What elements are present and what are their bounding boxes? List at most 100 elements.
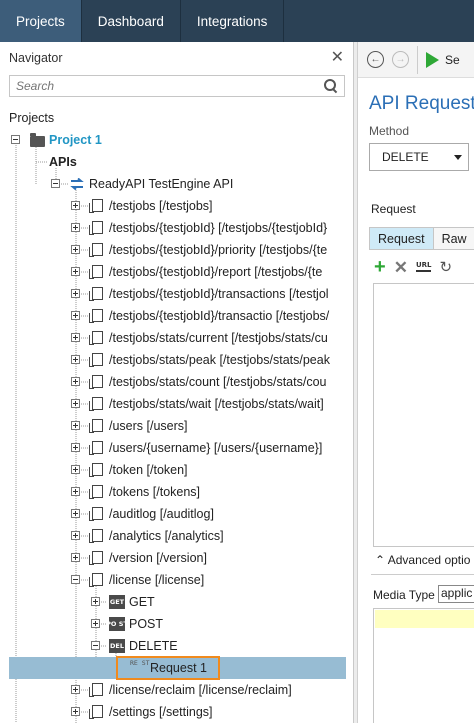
- projects-label: Projects: [9, 111, 55, 125]
- request-section-label: Request: [371, 202, 416, 216]
- tree-item-resource[interactable]: /token [/token]: [0, 459, 353, 481]
- expand-icon[interactable]: [71, 289, 80, 298]
- expand-icon[interactable]: [71, 333, 80, 342]
- tree-item-label: ReadyAPI TestEngine API: [89, 177, 234, 191]
- expand-icon[interactable]: [71, 509, 80, 518]
- tab-raw[interactable]: Raw: [432, 227, 474, 250]
- collapse-icon[interactable]: [71, 575, 80, 584]
- close-icon[interactable]: ✕: [331, 50, 344, 66]
- collapse-icon[interactable]: [11, 135, 20, 144]
- tree-item-resource[interactable]: /analytics [/analytics]: [0, 525, 353, 547]
- tree-item-resource[interactable]: /auditlog [/auditlog]: [0, 503, 353, 525]
- expand-icon[interactable]: [91, 619, 100, 628]
- refresh-icon[interactable]: ↻: [439, 260, 452, 275]
- tree-item-resource[interactable]: /users/{username} [/users/{username}]: [0, 437, 353, 459]
- tree-item-resource[interactable]: /testjobs/stats/count [/testjobs/stats/c…: [0, 371, 353, 393]
- folder-icon: [30, 133, 45, 147]
- collapse-icon[interactable]: [51, 179, 60, 188]
- tree-item-label: APIs: [49, 155, 77, 169]
- expand-icon[interactable]: [71, 201, 80, 210]
- back-icon[interactable]: ←: [367, 51, 384, 68]
- resource-icon: [89, 221, 103, 235]
- expand-icon[interactable]: [71, 553, 80, 562]
- url-icon[interactable]: URL: [415, 262, 432, 272]
- expand-icon[interactable]: [71, 685, 80, 694]
- resource-icon: [89, 199, 103, 213]
- expand-icon[interactable]: [71, 487, 80, 496]
- tree-item-method[interactable]: GET GET: [0, 591, 353, 613]
- expand-icon[interactable]: [71, 245, 80, 254]
- tree-item-label: /testjobs [/testjobs]: [109, 199, 213, 213]
- resource-icon: [89, 705, 103, 719]
- editor-toolbar: ← → Se: [358, 42, 474, 78]
- expand-icon[interactable]: [71, 443, 80, 452]
- tree-item-resource[interactable]: /testjobs/{testjobId} [/testjobs/{testjo…: [0, 217, 353, 239]
- tree-item-resource[interactable]: /testjobs/stats/peak [/testjobs/stats/pe…: [0, 349, 353, 371]
- tree-item-resource[interactable]: /license [/license]: [0, 569, 353, 591]
- add-icon[interactable]: +: [374, 257, 386, 277]
- tree-item-resource[interactable]: /testjobs [/testjobs]: [0, 195, 353, 217]
- tree-item-resource[interactable]: /testjobs/stats/wait [/testjobs/stats/wa…: [0, 393, 353, 415]
- expand-icon[interactable]: [71, 377, 80, 386]
- tree-item-method[interactable]: PO ST POST: [0, 613, 353, 635]
- tree-item-resource[interactable]: /testjobs/{testjobId}/priority [/testjob…: [0, 239, 353, 261]
- navigator-header: Navigator ✕: [0, 42, 353, 74]
- tree-item-resource[interactable]: /version [/version]: [0, 547, 353, 569]
- play-icon[interactable]: [426, 51, 439, 68]
- tree-item-resource[interactable]: /tokens [/tokens]: [0, 481, 353, 503]
- tree-item-method[interactable]: DEL DELETE: [0, 635, 353, 657]
- tree-item-resource[interactable]: /license/reclaim [/license/reclaim]: [0, 679, 353, 701]
- request-body-editor[interactable]: [373, 608, 474, 723]
- resource-icon: [89, 441, 103, 455]
- expand-icon[interactable]: [71, 399, 80, 408]
- collapse-icon[interactable]: [91, 641, 100, 650]
- tree-item-resource[interactable]: /testjobs/{testjobId}/report [/testjobs/…: [0, 261, 353, 283]
- expand-icon[interactable]: [71, 355, 80, 364]
- send-button[interactable]: Se: [445, 53, 460, 67]
- method-delete-icon: DEL: [109, 639, 125, 653]
- page-title: API Request: [369, 93, 474, 114]
- toolbar-divider: [417, 45, 418, 74]
- tree-item-apis[interactable]: APIs: [0, 151, 353, 173]
- tree-item-label: /analytics [/analytics]: [109, 529, 224, 543]
- search-input[interactable]: [16, 79, 324, 93]
- method-select[interactable]: DELETE: [369, 143, 469, 171]
- method-label: Method: [369, 124, 410, 138]
- params-table[interactable]: [373, 283, 474, 547]
- expand-icon[interactable]: [71, 465, 80, 474]
- divider: [371, 574, 474, 575]
- search-icon[interactable]: [324, 79, 338, 93]
- tree-item-label: /token [/token]: [109, 463, 188, 477]
- tab-projects[interactable]: Projects: [0, 0, 82, 42]
- tree-item-resource[interactable]: /testjobs/{testjobId}/transactions [/tes…: [0, 283, 353, 305]
- expand-icon[interactable]: [71, 267, 80, 276]
- expand-icon[interactable]: [71, 421, 80, 430]
- expand-icon[interactable]: [71, 707, 80, 716]
- tree-item-label: POST: [129, 617, 164, 631]
- expand-icon[interactable]: [71, 311, 80, 320]
- api-definition-icon: [70, 177, 84, 191]
- tree-item-label: /testjobs/{testjobId}/transactions [/tes…: [109, 287, 329, 301]
- resource-icon: [89, 309, 103, 323]
- tab-request[interactable]: Request: [369, 227, 434, 250]
- expand-icon[interactable]: [91, 597, 100, 606]
- forward-icon[interactable]: →: [392, 51, 409, 68]
- advanced-options-toggle[interactable]: ⌃ Advanced optio: [375, 553, 470, 567]
- tab-dashboard[interactable]: Dashboard: [82, 0, 181, 42]
- tree-item-label: /testjobs/{testjobId}/priority [/testjob…: [109, 243, 328, 257]
- tree-item-resource[interactable]: /settings [/settings]: [0, 701, 353, 723]
- tree-item-project[interactable]: Project 1: [0, 129, 353, 151]
- tree-item-api[interactable]: ReadyAPI TestEngine API: [0, 173, 353, 195]
- resource-icon: [89, 551, 103, 565]
- tree-item-resource[interactable]: /users [/users]: [0, 415, 353, 437]
- tab-integrations[interactable]: Integrations: [181, 0, 285, 42]
- tree-item-label: /testjobs/stats/wait [/testjobs/stats/wa…: [109, 397, 324, 411]
- resource-icon: [89, 397, 103, 411]
- expand-icon[interactable]: [71, 223, 80, 232]
- expand-icon[interactable]: [71, 531, 80, 540]
- remove-icon[interactable]: ✕: [394, 259, 408, 276]
- media-type-field[interactable]: applic: [438, 585, 474, 603]
- tree-item-resource[interactable]: /testjobs/stats/current [/testjobs/stats…: [0, 327, 353, 349]
- tree-item-resource[interactable]: /testjobs/{testjobId}/transactio [/testj…: [0, 305, 353, 327]
- resource-icon: [89, 507, 103, 521]
